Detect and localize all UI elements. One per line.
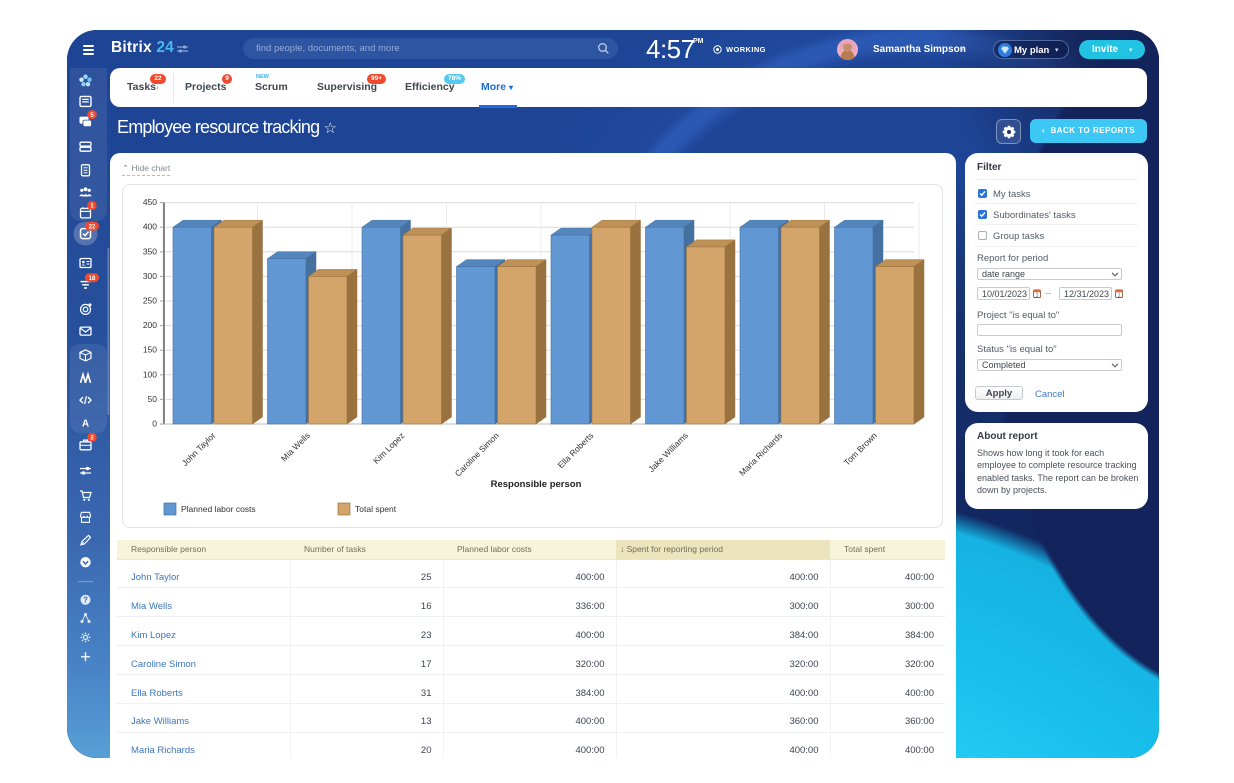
- svg-text:Total spent: Total spent: [355, 504, 397, 514]
- svg-text:Jake Williams: Jake Williams: [646, 430, 690, 474]
- svg-text:350: 350: [143, 246, 157, 256]
- svg-text:400: 400: [143, 222, 157, 232]
- svg-text:50: 50: [148, 394, 158, 404]
- svg-text:?: ?: [83, 596, 88, 605]
- svg-text:Tom Brown: Tom Brown: [842, 430, 879, 467]
- svg-text:450: 450: [143, 197, 157, 207]
- svg-text:Responsible person: Responsible person: [491, 479, 582, 490]
- svg-text:Planned labor costs: Planned labor costs: [181, 504, 256, 514]
- svg-text:18: 18: [89, 276, 96, 282]
- svg-text:Mia Wells: Mia Wells: [279, 430, 312, 463]
- svg-text:John Taylor: John Taylor: [180, 430, 218, 468]
- svg-text:250: 250: [143, 296, 157, 306]
- svg-text:A: A: [82, 418, 89, 429]
- svg-text:300: 300: [143, 271, 157, 281]
- svg-text:Kim Lopez: Kim Lopez: [371, 430, 406, 465]
- svg-text:Maria Richards: Maria Richards: [737, 430, 784, 477]
- svg-text:100: 100: [143, 369, 157, 379]
- svg-text:22: 22: [89, 224, 96, 230]
- svg-text:0: 0: [152, 419, 157, 429]
- svg-text:Ella Roberts: Ella Roberts: [556, 430, 596, 470]
- svg-text:200: 200: [143, 320, 157, 330]
- svg-text:1: 1: [1036, 293, 1039, 298]
- svg-text:150: 150: [143, 345, 157, 355]
- svg-text:1: 1: [1118, 293, 1121, 298]
- svg-text:Caroline Simon: Caroline Simon: [453, 430, 501, 478]
